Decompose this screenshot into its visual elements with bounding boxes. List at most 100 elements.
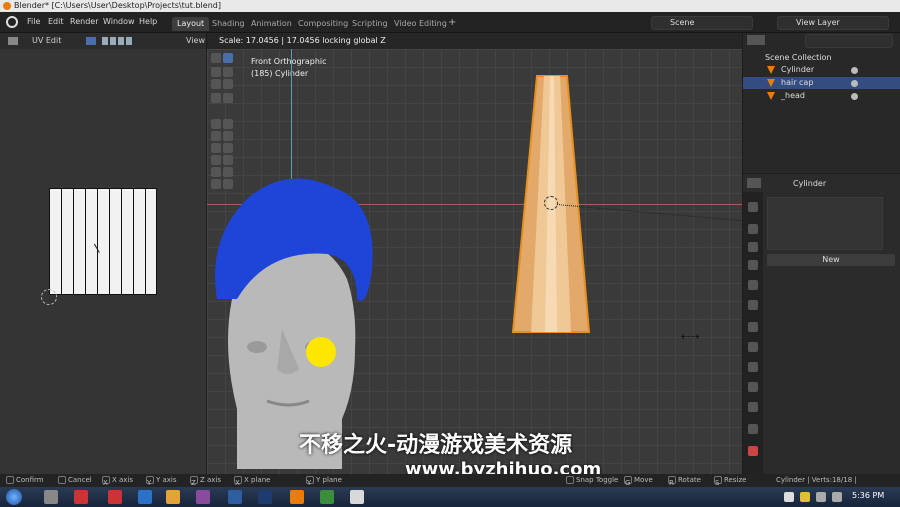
outliner-item-head[interactable]: _head [743,90,900,102]
blender-menu-icon[interactable] [6,16,18,28]
transform-tool-icon[interactable] [211,93,221,103]
spin-tool-icon[interactable] [211,155,221,165]
visibility-eye-icon[interactable] [851,80,858,87]
loop-cut-tool-icon[interactable] [223,131,233,141]
menu-help[interactable]: Help [139,17,157,26]
tab-layout[interactable]: Layout [172,17,210,31]
taskbar-blender-icon[interactable] [290,490,304,504]
tab-scripting[interactable]: Scripting [347,17,393,31]
taskbar-app-icon[interactable] [196,490,210,504]
uv-islands[interactable] [49,188,157,295]
bevel-tool-icon[interactable] [211,131,221,141]
extrude-tool-icon[interactable] [211,119,221,129]
scene-selector[interactable]: Scene [651,16,753,30]
status-cancel: Cancel [58,474,92,487]
modifier-tab-icon[interactable] [748,342,758,352]
render-tab-icon[interactable] [748,224,758,234]
new-button-label: New [822,255,840,264]
move-tool-icon[interactable] [223,67,233,77]
3d-cursor-icon[interactable] [544,196,558,210]
properties-tabs [743,192,763,474]
outliner-search-input[interactable] [805,34,893,48]
outliner-display-icon[interactable] [747,35,765,45]
view-layer-selector[interactable]: View Layer [777,16,889,30]
2d-cursor-icon[interactable] [41,289,57,305]
view-menu[interactable]: View [186,36,205,45]
taskbar-app-icon[interactable] [44,490,58,504]
properties-type-icon[interactable] [747,178,761,188]
outliner-item-cylinder[interactable]: Cylinder [743,64,900,76]
inset-tool-icon[interactable] [223,119,233,129]
sync-selection-icon[interactable] [86,37,96,45]
scene-tab-icon[interactable] [748,280,758,290]
material-slot-list[interactable] [767,197,883,250]
ctrl-key-icon [566,476,574,484]
annotate-tool-icon[interactable] [223,93,233,103]
new-material-button[interactable]: New [767,254,895,266]
status-move: G Move [624,474,653,487]
material-tab-icon[interactable] [748,446,758,456]
status-key: X [102,476,110,487]
status-z-axis: ZZ axis [190,474,221,487]
taskbar-app-icon[interactable] [258,490,272,504]
smooth-tool-icon[interactable] [223,155,233,165]
3d-viewport[interactable]: Front Orthographic (185) Cylinder ⇠⇢ 不移之… [207,49,742,474]
taskbar-app-icon[interactable] [108,490,122,504]
object-tab-icon[interactable] [748,322,758,332]
scale-tool-icon[interactable] [223,79,233,89]
visibility-eye-icon[interactable] [851,93,858,100]
menu-file[interactable]: File [27,17,40,26]
taskbar-app-icon[interactable] [350,490,364,504]
tray-icon[interactable] [800,492,810,502]
outliner-item-label: hair cap [781,78,814,87]
network-icon[interactable] [816,492,826,502]
poly-build-tool-icon[interactable] [223,143,233,153]
constraints-tab-icon[interactable] [748,402,758,412]
tab-video-editing[interactable]: Video Editing [389,17,452,31]
select-mode-icons[interactable] [102,37,132,45]
tab-compositing[interactable]: Compositing [293,17,353,31]
volume-icon[interactable] [832,492,842,502]
knife-tool-icon[interactable] [211,143,221,153]
view-layer-tab-icon[interactable] [748,260,758,270]
taskbar-app-icon[interactable] [74,490,88,504]
physics-tab-icon[interactable] [748,382,758,392]
status-key: Z [190,476,198,487]
tray-icon[interactable] [784,492,794,502]
taskbar-app-icon[interactable] [138,490,152,504]
outliner-item-hair-cap[interactable]: hair cap [743,77,900,89]
windows-taskbar: 5:36 PM [0,487,900,507]
clock[interactable]: 5:36 PM [852,491,884,500]
add-workspace-icon[interactable]: + [448,17,456,28]
uv-mode-select[interactable]: UV Edit [32,36,61,45]
status-label: Confirm [16,476,44,484]
taskbar-app-icon[interactable] [166,490,180,504]
cursor-tool-icon[interactable] [211,67,221,77]
mesh-icon [767,79,775,87]
operator-status: Scale: 17.0456 | 17.0456 locking global … [219,36,386,45]
status-label: Y plane [316,476,342,484]
tool-tab-icon[interactable] [748,202,758,212]
output-tab-icon[interactable] [748,242,758,252]
window-title: Blender* [C:\Users\User\Desktop\Projects… [14,1,221,10]
menu-render[interactable]: Render [70,17,98,26]
menu-edit[interactable]: Edit [48,17,64,26]
rotate-tool-icon[interactable] [211,79,221,89]
menu-window[interactable]: Window [103,17,135,26]
taskbar-app-icon[interactable] [228,490,242,504]
outliner-panel: Scene Collection Cylinder hair cap _head [743,33,900,173]
tab-animation[interactable]: Animation [246,17,297,31]
taskbar-app-icon[interactable] [320,490,334,504]
start-button-icon[interactable] [6,489,22,505]
status-label: Snap Toggle [576,476,619,484]
visibility-eye-icon[interactable] [851,67,858,74]
outliner-root[interactable]: Scene Collection [743,52,900,64]
world-tab-icon[interactable] [748,300,758,310]
uv-editor-area[interactable] [0,49,206,474]
editor-type-icon[interactable] [8,37,18,45]
particles-tab-icon[interactable] [748,362,758,372]
tab-shading[interactable]: Shading [207,17,250,31]
select-box-icon[interactable] [223,53,233,63]
select-tool-icon[interactable] [211,53,221,63]
data-tab-icon[interactable] [748,424,758,434]
